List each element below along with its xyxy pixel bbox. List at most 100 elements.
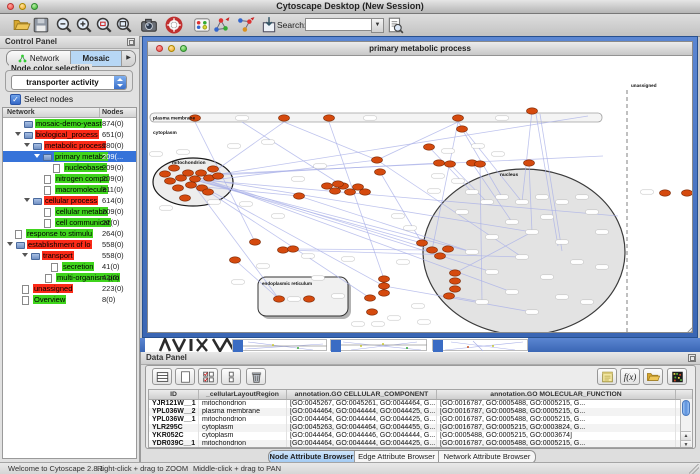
network-node[interactable] (453, 115, 464, 121)
network-edge[interactable] (208, 116, 588, 176)
float-panel-icon[interactable] (688, 354, 696, 362)
tree-expander-icon[interactable] (24, 143, 30, 147)
network-node[interactable] (180, 195, 191, 201)
network-node[interactable] (330, 188, 341, 194)
scroll-down-arrow-icon[interactable]: ▼ (681, 440, 691, 448)
network-node[interactable] (660, 190, 671, 196)
network-node[interactable] (435, 253, 446, 259)
network-node[interactable] (160, 171, 171, 177)
tab-overflow-arrow-icon[interactable]: ▶ (121, 51, 135, 66)
search-input[interactable] (305, 18, 373, 31)
tree-row[interactable]: establishment of lo558(0) (3, 239, 136, 250)
network-node[interactable] (424, 144, 435, 150)
function-builder-button[interactable]: f(x) (620, 368, 640, 385)
table-cell[interactable]: YKR052C (149, 432, 199, 440)
table-cell[interactable]: [GO:0044464, GO:0044444, GO:0044425, G..… (287, 408, 437, 416)
vizmapper-button[interactable] (193, 16, 211, 34)
tree-node-label[interactable]: nitrogen compo (55, 174, 109, 183)
network-edge[interactable] (242, 122, 343, 186)
table-column-header[interactable]: _cellularLayoutRegion (199, 390, 287, 399)
tree-row[interactable]: transport558(0) (3, 250, 136, 261)
network-window-titlebar[interactable]: primary metabolic process (148, 42, 692, 56)
network-canvas[interactable]: plasma membranecytoplasmmitochondrionnuc… (148, 56, 692, 332)
background-window-thumbnail[interactable] (432, 339, 528, 351)
table-row[interactable]: YPL036W__2plasma membrane[GO:0044464, GO… (149, 408, 692, 416)
network-edge[interactable] (380, 172, 422, 243)
new-network-from-selection-button[interactable] (212, 16, 230, 34)
tree-row[interactable]: mosaic-demo-yeast874(0) (3, 118, 136, 129)
help-lifering-button[interactable] (165, 16, 183, 34)
tree-node-label[interactable]: cellular process (44, 196, 98, 205)
tree-expander-icon[interactable] (15, 132, 21, 136)
create-attribute-button[interactable] (175, 368, 195, 385)
network-node[interactable] (450, 270, 461, 276)
network-node[interactable] (524, 160, 535, 166)
float-panel-icon[interactable] (127, 38, 135, 46)
tree-row[interactable]: multi-organism pro42(0) (3, 272, 136, 283)
network-node[interactable] (445, 161, 456, 167)
open-session-button[interactable] (13, 16, 31, 34)
import-attributes-button[interactable] (643, 368, 663, 385)
network-node[interactable] (375, 169, 386, 175)
tree-expander-icon[interactable] (22, 253, 28, 257)
table-row[interactable]: YDR039C__1mitochondrion[GO:0044464, GO:0… (149, 440, 692, 448)
tree-node-label[interactable]: response to stimulu (26, 229, 93, 238)
network-node[interactable] (475, 161, 486, 167)
network-node[interactable] (279, 115, 290, 121)
network-node[interactable] (360, 189, 371, 195)
table-cell[interactable]: [GO:0016787, GO:0005488, GO:0005215, G..… (437, 440, 676, 448)
network-edge[interactable] (429, 147, 472, 192)
network-node[interactable] (203, 189, 214, 195)
network-node[interactable] (457, 126, 468, 132)
table-cell[interactable]: cytoplasm (199, 424, 287, 432)
save-session-button[interactable] (32, 16, 50, 34)
dropdown-stepper-icon[interactable] (114, 76, 126, 89)
network-node[interactable] (365, 295, 376, 301)
unselect-attributes-button[interactable] (221, 368, 241, 385)
network-node[interactable] (190, 176, 201, 182)
heatmap-view-button[interactable] (667, 368, 687, 385)
tree-node-label[interactable]: establishment of lo (27, 240, 92, 249)
network-node[interactable] (417, 240, 428, 246)
window-grow-grip-icon[interactable] (685, 325, 692, 332)
tree-node-label[interactable]: cellular metabo (55, 207, 108, 216)
tree-node-label[interactable]: metabolic process (44, 141, 106, 150)
network-node[interactable] (196, 170, 207, 176)
node-color-dropdown[interactable]: transporter activity (11, 75, 127, 90)
table-cell[interactable]: plasma membrane (199, 408, 287, 416)
tree-row[interactable]: biological_process651(0) (3, 129, 136, 140)
table-cell[interactable]: mitochondrion (199, 416, 287, 424)
tree-row[interactable]: secretion41(0) (3, 261, 136, 272)
tree-row[interactable]: unassigned223(0) (3, 283, 136, 294)
network-node[interactable] (304, 296, 315, 302)
table-cell[interactable]: [GO:0044464, GO:0044444, GO:0044425, G..… (287, 440, 437, 448)
tree-column-network[interactable]: Network (7, 108, 35, 117)
tree-expander-icon[interactable] (34, 154, 40, 158)
network-node[interactable] (379, 276, 390, 282)
network-node[interactable] (379, 283, 390, 289)
table-cell[interactable]: [GO:0016787, GO:0005488, GO:0005215, G..… (437, 416, 676, 424)
attribute-notes-button[interactable] (597, 368, 617, 385)
table-cell[interactable]: mitochondrion (199, 440, 287, 448)
table-cell[interactable]: YDR039C__1 (149, 440, 199, 448)
network-node[interactable] (527, 108, 538, 114)
table-row[interactable]: YJR121W__1mitochondrion[GO:0045267, GO:0… (149, 400, 692, 408)
network-node[interactable] (450, 278, 461, 284)
network-node[interactable] (450, 286, 461, 292)
tree-node-label[interactable]: macromolecule (55, 185, 108, 194)
table-column-header[interactable]: annotation.GO MOLECULAR_FUNCTION (437, 390, 676, 399)
table-cell[interactable]: YPL036W__1 (149, 416, 199, 424)
advanced-search-button[interactable] (386, 16, 404, 34)
tree-column-nodes[interactable]: Nodes (102, 108, 123, 117)
tree-column-divider[interactable] (99, 108, 100, 117)
table-cell[interactable]: [GO:0016787, GO:0005215, GO:0003824, G..… (437, 424, 676, 432)
tree-node-label[interactable]: transport (42, 251, 74, 260)
zoom-in-button[interactable] (75, 16, 93, 34)
table-cell[interactable]: mitochondrion (199, 400, 287, 408)
table-cell[interactable]: [GO:0016787, GO:0005488, GO:0005215, G..… (437, 408, 676, 416)
tree-node-label[interactable]: Overview (33, 295, 66, 304)
network-node[interactable] (230, 257, 241, 263)
network-node[interactable] (183, 170, 194, 176)
table-row[interactable]: YPL036W__1mitochondrion[GO:0044464, GO:0… (149, 416, 692, 424)
network-edge[interactable] (284, 122, 377, 160)
